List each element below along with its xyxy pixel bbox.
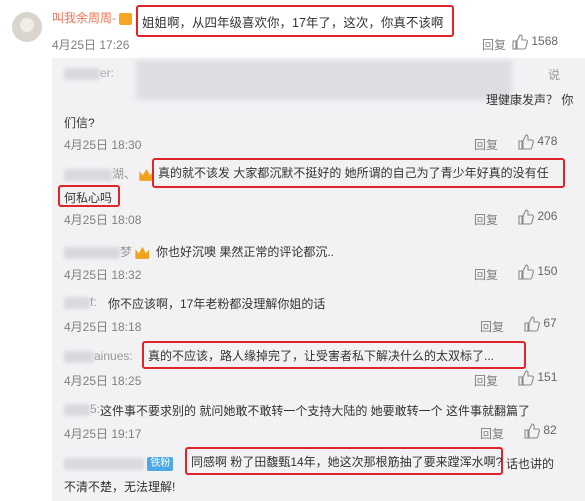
avatar[interactable] (12, 12, 42, 42)
thumb-up-icon (524, 423, 540, 439)
thumb-up-icon (512, 34, 528, 50)
thumb-up-icon (518, 209, 534, 225)
reply-5-author[interactable]: ainues: (64, 349, 133, 363)
username-link[interactable]: 叫我余周周- (52, 11, 116, 25)
reply-4-like-button[interactable]: 67 (524, 316, 557, 332)
reply-4-like-count: 67 (543, 316, 557, 331)
fan-badge: 铁粉 (147, 456, 174, 471)
reply-3-time: 4月25日 18:32 (64, 268, 142, 282)
reply-3-author[interactable]: 梦 (64, 243, 150, 260)
top-comment-text-highlight: 姐姐啊，从四年级喜欢你，17年了，这次，你真不该啊 (136, 5, 454, 37)
reply-1-author[interactable]: er: (64, 66, 114, 80)
reply-6-author[interactable]: 5: (64, 402, 100, 416)
reply-2-like-button[interactable]: 206 (518, 209, 557, 225)
reply-5-like-count: 151 (537, 370, 558, 385)
reply-2-author[interactable]: 湖、 (64, 165, 154, 182)
reply-6-like-button[interactable]: 82 (524, 423, 557, 439)
reply-4-author[interactable]: f: (64, 295, 97, 309)
reply-button[interactable]: 回复 (482, 36, 506, 53)
thumb-up-icon (518, 264, 534, 280)
reply-5-time: 4月25日 18:25 (64, 374, 142, 388)
reply-3-text: 你也好沉噢 果然正常的评论都沉.. (156, 245, 335, 259)
reply-6-text: 这件事不要求别的 就问她敢不敢转一个支持大陆的 她要敢转一个 这件事就翻篇了 (100, 404, 531, 418)
reply-2-text-line2-highlight: 何私心吗 (58, 185, 120, 207)
top-comment-author: 叫我余周周- (52, 9, 133, 26)
reply-7-author[interactable]: 铁粉 (64, 456, 174, 471)
like-button[interactable]: 1568 (512, 34, 558, 50)
reply-2-text-line2: 何私心吗 (64, 191, 113, 205)
reply-1-like-count: 478 (537, 134, 558, 149)
reply-4-text: 你不应该啊，17年老粉都没理解你姐的话 (108, 297, 326, 311)
reply-2-like-count: 206 (537, 209, 558, 224)
reply-3-like-button[interactable]: 150 (518, 264, 557, 280)
vip-icon (119, 12, 133, 25)
crown-icon (135, 246, 150, 259)
like-count: 1568 (531, 34, 559, 49)
reply-1-text-line2: 们信? (64, 116, 95, 130)
reply-2-text-highlight: 真的就不该发 大家都沉默不挺好的 她所谓的自己为了青少年好真的没有任 (152, 158, 565, 188)
reply-5-reply-button[interactable]: 回复 (474, 372, 498, 389)
reply-7-text-highlight: 同感啊 粉了田馥甄14年，她这次那根筋抽了要来蹚浑水啊? (185, 447, 503, 475)
reply-2-time: 4月25日 18:08 (64, 213, 142, 227)
reply-3-like-count: 150 (537, 264, 558, 279)
reply-4-reply-button[interactable]: 回复 (480, 318, 504, 335)
reply-4-time: 4月25日 18:18 (64, 320, 142, 334)
thumb-up-icon (518, 134, 534, 150)
reply-1-time: 4月25日 18:30 (64, 138, 142, 152)
reply-1-blurred-text (136, 60, 512, 100)
top-comment-text: 姐姐啊，从四年级喜欢你，17年了，这次，你真不该啊 (142, 16, 444, 30)
reply-6-reply-button[interactable]: 回复 (480, 425, 504, 442)
reply-7-text: 同感啊 粉了田馥甄14年，她这次那根筋抽了要来蹚浑水啊? (191, 455, 503, 469)
reply-2-text-line1: 真的就不该发 大家都沉默不挺好的 她所谓的自己为了青少年好真的没有任 (158, 166, 549, 180)
reply-1-text-line1: 理健康发声？ 你 (486, 93, 574, 107)
reply-7-text-tail: 话也讲的 (506, 457, 555, 471)
reply-6-time: 4月25日 19:17 (64, 427, 142, 441)
reply-5-text-highlight: 真的不应该，路人缘掉完了，让受害者私下解决什么的太双标了... (142, 341, 526, 369)
reply-1-reply-button[interactable]: 回复 (474, 136, 498, 153)
reply-5-text: 真的不应该，路人缘掉完了，让受害者私下解决什么的太双标了... (148, 349, 495, 363)
reply-5-like-button[interactable]: 151 (518, 370, 557, 386)
top-comment-time: 4月25日 17:26 (52, 38, 130, 52)
reply-1-like-button[interactable]: 478 (518, 134, 557, 150)
reply-1-text-tail: 说 (548, 68, 561, 82)
reply-7-text-line2: 不清不楚，无法理解! (64, 480, 176, 494)
thumb-up-icon (524, 316, 540, 332)
thumb-up-icon (518, 370, 534, 386)
reply-6-like-count: 82 (543, 423, 557, 438)
reply-2-reply-button[interactable]: 回复 (474, 211, 498, 228)
reply-3-reply-button[interactable]: 回复 (474, 266, 498, 283)
